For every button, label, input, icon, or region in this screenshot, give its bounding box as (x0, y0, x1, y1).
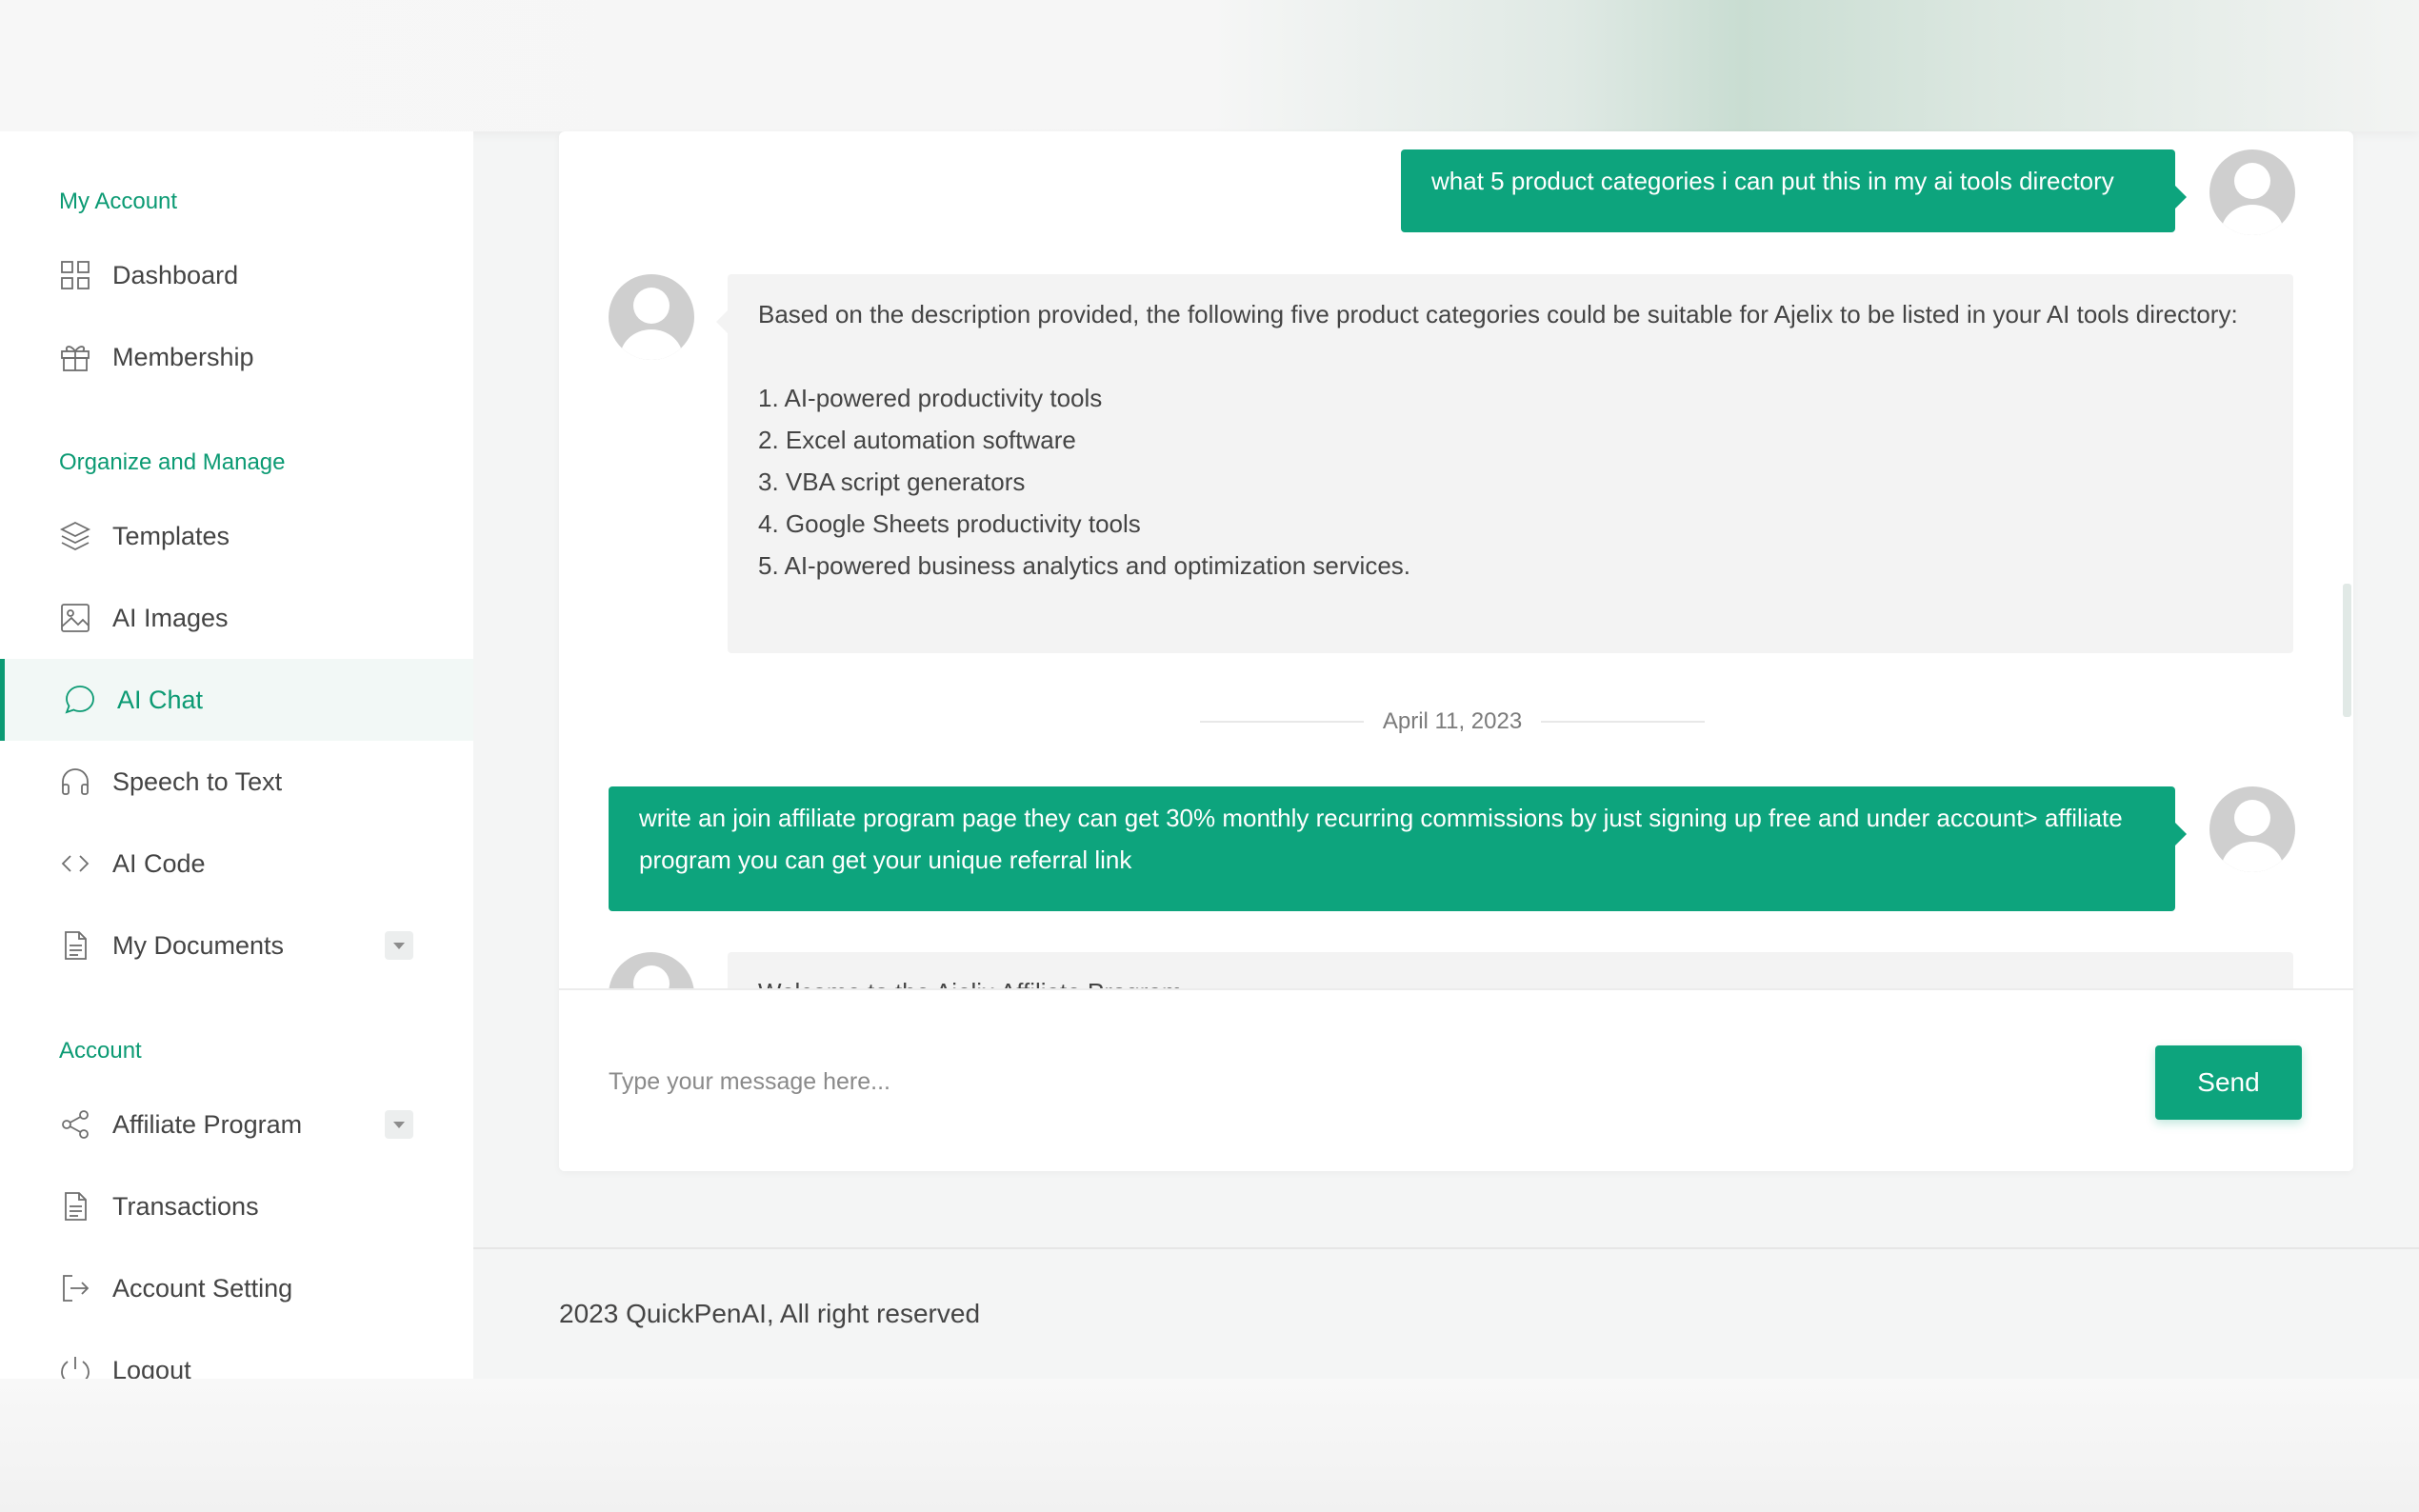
top-header-bar (0, 0, 2419, 131)
sidebar-item-label: My Documents (112, 930, 285, 960)
sidebar-item-label: AI Chat (117, 685, 204, 714)
sidebar-item-label: Account Setting (112, 1273, 293, 1303)
headphones-icon (59, 766, 91, 798)
sidebar-item-affiliate-program[interactable]: Affiliate Program (0, 1084, 473, 1165)
sidebar-item-membership[interactable]: Membership (0, 316, 473, 398)
assistant-message: Welcome to the Ajelix Affiliate Program (728, 952, 2293, 988)
bottom-band (0, 1379, 2419, 1512)
sidebar-item-templates[interactable]: Templates (0, 495, 473, 577)
list-item: 5. AI-powered business analytics and opt… (758, 551, 1411, 580)
scrollbar-thumb[interactable] (2343, 584, 2351, 717)
sidebar-item-label: Membership (112, 342, 254, 371)
assistant-avatar (609, 952, 694, 988)
sign-out-arrow-icon (59, 1272, 91, 1304)
sidebar-item-logout[interactable]: Logout (0, 1329, 473, 1379)
date-label: April 11, 2023 (1382, 708, 1523, 734)
message-text: what 5 product categories i can put this… (1431, 167, 2114, 195)
divider (1200, 721, 1364, 723)
sidebar-item-label: Templates (112, 521, 230, 550)
user-message: what 5 product categories i can put this… (1401, 149, 2187, 232)
date-separator: April 11, 2023 (1200, 703, 1706, 741)
message-input[interactable] (607, 1047, 2039, 1116)
sidebar-item-label: Speech to Text (112, 766, 283, 796)
chevron-down-icon[interactable] (385, 1110, 413, 1139)
sidebar-item-ai-code[interactable]: AI Code (0, 823, 473, 905)
list-item: 3. VBA script generators (758, 468, 1026, 496)
sidebar-item-label: AI Images (112, 603, 229, 632)
sidebar-item-label: Dashboard (112, 260, 239, 289)
document-icon (59, 929, 91, 962)
sidebar-item-account-setting[interactable]: Account Setting (0, 1247, 473, 1329)
sidebar-item-speech-to-text[interactable]: Speech to Text (0, 741, 473, 823)
chevron-down-icon[interactable] (385, 931, 413, 960)
footer: 2023 QuickPenAI, All right reserved (473, 1247, 2419, 1381)
grid-icon (59, 259, 91, 291)
sidebar-item-label: Transactions (112, 1191, 259, 1221)
message-text: write an join affiliate program page the… (639, 804, 2123, 874)
image-icon (59, 602, 91, 634)
sidebar-item-label: Logout (112, 1355, 191, 1380)
gift-icon (59, 341, 91, 373)
assistant-message: Based on the description provided, the f… (716, 274, 2293, 653)
sidebar-item-ai-chat[interactable]: AI Chat (0, 659, 473, 741)
user-message: write an join affiliate program page the… (609, 786, 2187, 911)
list-item: 2. Excel automation software (758, 426, 1076, 454)
user-avatar (2209, 149, 2295, 235)
divider (1541, 721, 1706, 723)
list-item: 1. AI-powered productivity tools (758, 384, 1103, 412)
sidebar-item-dashboard[interactable]: Dashboard (0, 234, 473, 316)
sidebar-heading-my-account: My Account (59, 189, 178, 214)
message-list[interactable]: what 5 product categories i can put this… (559, 131, 2353, 988)
sidebar-item-label: AI Code (112, 848, 206, 878)
message-composer: Send (559, 988, 2353, 1171)
sidebar-item-ai-images[interactable]: AI Images (0, 577, 473, 659)
layers-icon (59, 520, 91, 552)
user-avatar (2209, 786, 2295, 872)
message-text: Based on the description provided, the f… (758, 300, 2238, 328)
send-button[interactable]: Send (2155, 1045, 2302, 1120)
sidebar-heading-account: Account (59, 1038, 142, 1064)
share-icon (59, 1108, 91, 1141)
code-icon (59, 847, 91, 880)
sidebar-item-transactions[interactable]: Transactions (0, 1165, 473, 1247)
assistant-avatar (609, 274, 694, 360)
message-text: Welcome to the Ajelix Affiliate Program (758, 971, 2263, 988)
list-item: 4. Google Sheets productivity tools (758, 509, 1141, 538)
copyright-text: 2023 QuickPenAI, All right reserved (559, 1299, 981, 1328)
sidebar-item-my-documents[interactable]: My Documents (0, 905, 473, 986)
sidebar-heading-organize: Organize and Manage (59, 449, 286, 475)
chat-bubble-icon (64, 684, 96, 716)
power-icon (59, 1354, 91, 1379)
document-icon (59, 1190, 91, 1223)
chat-panel: what 5 product categories i can put this… (559, 131, 2353, 1171)
sidebar-item-label: Affiliate Program (112, 1109, 303, 1139)
sidebar: My Account Dashboard Membership Organize… (0, 131, 473, 1379)
